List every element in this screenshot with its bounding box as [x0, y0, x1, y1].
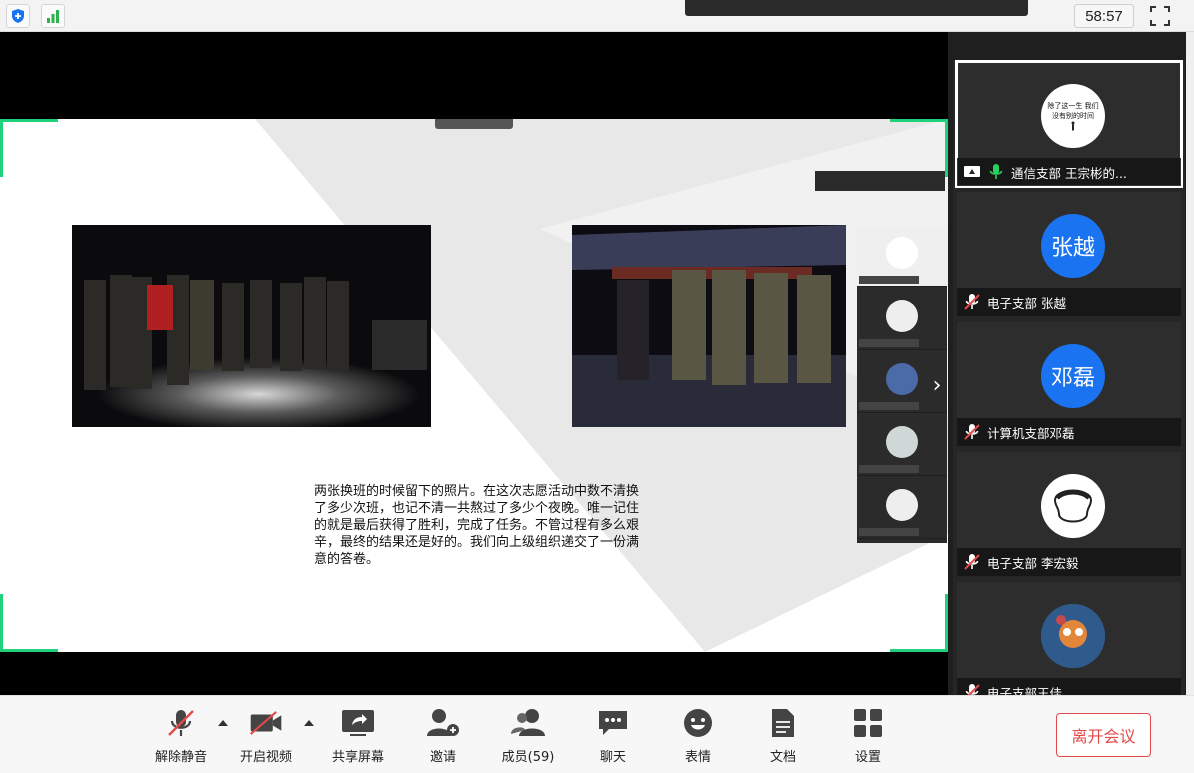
avatar	[1041, 474, 1105, 538]
sharer-tag	[435, 119, 513, 129]
avatar-image	[1041, 604, 1105, 668]
add-user-icon	[426, 706, 460, 740]
mic-muted-icon	[964, 554, 980, 570]
document-icon	[766, 706, 800, 740]
shared-screen-control-bar	[685, 0, 1028, 16]
remote-name-bar	[859, 528, 919, 536]
participant-name-bar: 电子支部 张越	[957, 288, 1181, 316]
remote-tile	[857, 290, 947, 350]
volunteer-photo-1	[72, 225, 431, 427]
share-frame-corner	[0, 594, 58, 652]
members-button[interactable]: 成员(59)	[492, 706, 564, 766]
participant-tile[interactable]: 电子支部 李宏毅	[957, 452, 1181, 576]
start-video-button[interactable]: 开启视频	[230, 706, 302, 766]
gallery-scrollbar[interactable]	[1186, 32, 1194, 695]
smiley-icon	[681, 706, 715, 740]
slide-caption: 两张换班的时候留下的照片。在这次志愿活动中数不清换了多少次班，也记不清一共熬过了…	[314, 484, 640, 567]
meeting-timer: 58:57	[1074, 4, 1134, 28]
share-frame-corner	[890, 594, 948, 652]
settings-grid-icon	[851, 706, 885, 740]
screen-share-icon	[964, 166, 980, 177]
participant-gallery: 除了这一生 我们没有别的时间 通信支部 王宗彬的... 张越 电子支部 张越 邓…	[953, 60, 1185, 706]
participant-name-bar: 计算机支部邓磊	[957, 418, 1181, 446]
fullscreen-icon[interactable]	[1148, 4, 1172, 28]
participant-tile[interactable]: 除了这一生 我们没有别的时间 通信支部 王宗彬的...	[955, 60, 1183, 188]
security-shield-icon[interactable]	[6, 4, 30, 28]
share-frame-corner	[0, 119, 58, 177]
participant-name: 计算机支部邓磊	[987, 425, 1075, 441]
volunteer-photo-2	[572, 225, 846, 427]
chat-button[interactable]: 聊天	[577, 706, 649, 766]
participant-tile[interactable]: 张越 电子支部 张越	[957, 192, 1181, 316]
remote-avatar	[886, 237, 918, 269]
settings-button[interactable]: 设置	[832, 706, 904, 766]
remote-tile	[857, 416, 947, 476]
settings-label: 设置	[854, 750, 881, 765]
participant-tile[interactable]: 电子支部王佳	[957, 582, 1181, 706]
remote-sharer-bar	[815, 171, 945, 191]
remote-avatar	[886, 489, 918, 521]
top-bar: 58:57	[0, 0, 1194, 32]
start-video-label: 开启视频	[239, 750, 292, 765]
participant-name-bar: 通信支部 王宗彬的...	[957, 158, 1181, 186]
reactions-button[interactable]: 表情	[662, 706, 734, 766]
share-screen-button[interactable]: 共享屏幕	[322, 706, 394, 766]
participant-name: 通信支部 王宗彬的...	[1011, 165, 1127, 181]
unmute-label: 解除静音	[154, 750, 207, 765]
members-icon	[511, 706, 545, 740]
members-label: 成员(59)	[501, 750, 555, 765]
remote-avatar	[886, 426, 918, 458]
invite-label: 邀请	[429, 750, 456, 765]
participant-tile[interactable]: 邓磊 计算机支部邓磊	[957, 322, 1181, 446]
share-screen-icon	[341, 706, 375, 740]
remote-avatar	[886, 300, 918, 332]
chat-label: 聊天	[599, 750, 626, 765]
meeting-toolbar: 解除静音 开启视频 共享屏幕 邀请 成员(59) 聊天 表情 文档 设置 离开会…	[0, 695, 1194, 773]
mic-muted-icon	[964, 294, 980, 310]
avatar	[1041, 604, 1105, 668]
invite-button[interactable]: 邀请	[407, 706, 479, 766]
remote-name-bar	[859, 465, 919, 473]
shared-screen-stage: 两张换班的时候留下的照片。在这次志愿活动中数不清换了多少次班，也记不清一共熬过了…	[0, 32, 948, 695]
remote-tile	[857, 479, 947, 539]
remote-name-bar	[859, 402, 919, 410]
avatar-image	[1053, 489, 1093, 523]
avatar: 张越	[1041, 214, 1105, 278]
mic-muted-icon	[964, 424, 980, 440]
remote-name-bar	[859, 276, 919, 284]
remote-name-bar	[859, 339, 919, 347]
chat-bubble-icon	[596, 706, 630, 740]
video-options-caret-icon[interactable]	[304, 720, 314, 726]
audio-options-caret-icon[interactable]	[218, 720, 228, 726]
chevron-right-icon[interactable]: ›	[927, 367, 947, 403]
figure-icon	[1071, 121, 1075, 131]
avatar: 邓磊	[1041, 344, 1105, 408]
avatar: 除了这一生 我们没有别的时间	[1041, 84, 1105, 148]
reactions-label: 表情	[684, 750, 711, 765]
docs-label: 文档	[769, 750, 796, 765]
presentation-slide: 两张换班的时候留下的照片。在这次志愿活动中数不清换了多少次班，也记不清一共熬过了…	[0, 119, 948, 652]
remote-avatar	[886, 363, 918, 395]
mic-muted-icon	[164, 706, 198, 740]
participant-name-bar: 电子支部 李宏毅	[957, 548, 1181, 576]
share-frame-corner	[890, 119, 948, 177]
participant-name: 电子支部 张越	[987, 295, 1066, 311]
avatar-text: 除了这一生 我们没有别的时间	[1047, 102, 1099, 120]
share-screen-label: 共享屏幕	[331, 750, 384, 765]
leave-meeting-button[interactable]: 离开会议	[1056, 713, 1151, 757]
participant-name: 电子支部 李宏毅	[987, 555, 1079, 571]
remote-tile	[857, 227, 947, 287]
video-off-icon	[249, 706, 283, 740]
network-signal-icon[interactable]	[41, 4, 65, 28]
docs-button[interactable]: 文档	[747, 706, 819, 766]
unmute-button[interactable]: 解除静音	[145, 706, 217, 766]
mic-on-icon	[989, 164, 1003, 179]
